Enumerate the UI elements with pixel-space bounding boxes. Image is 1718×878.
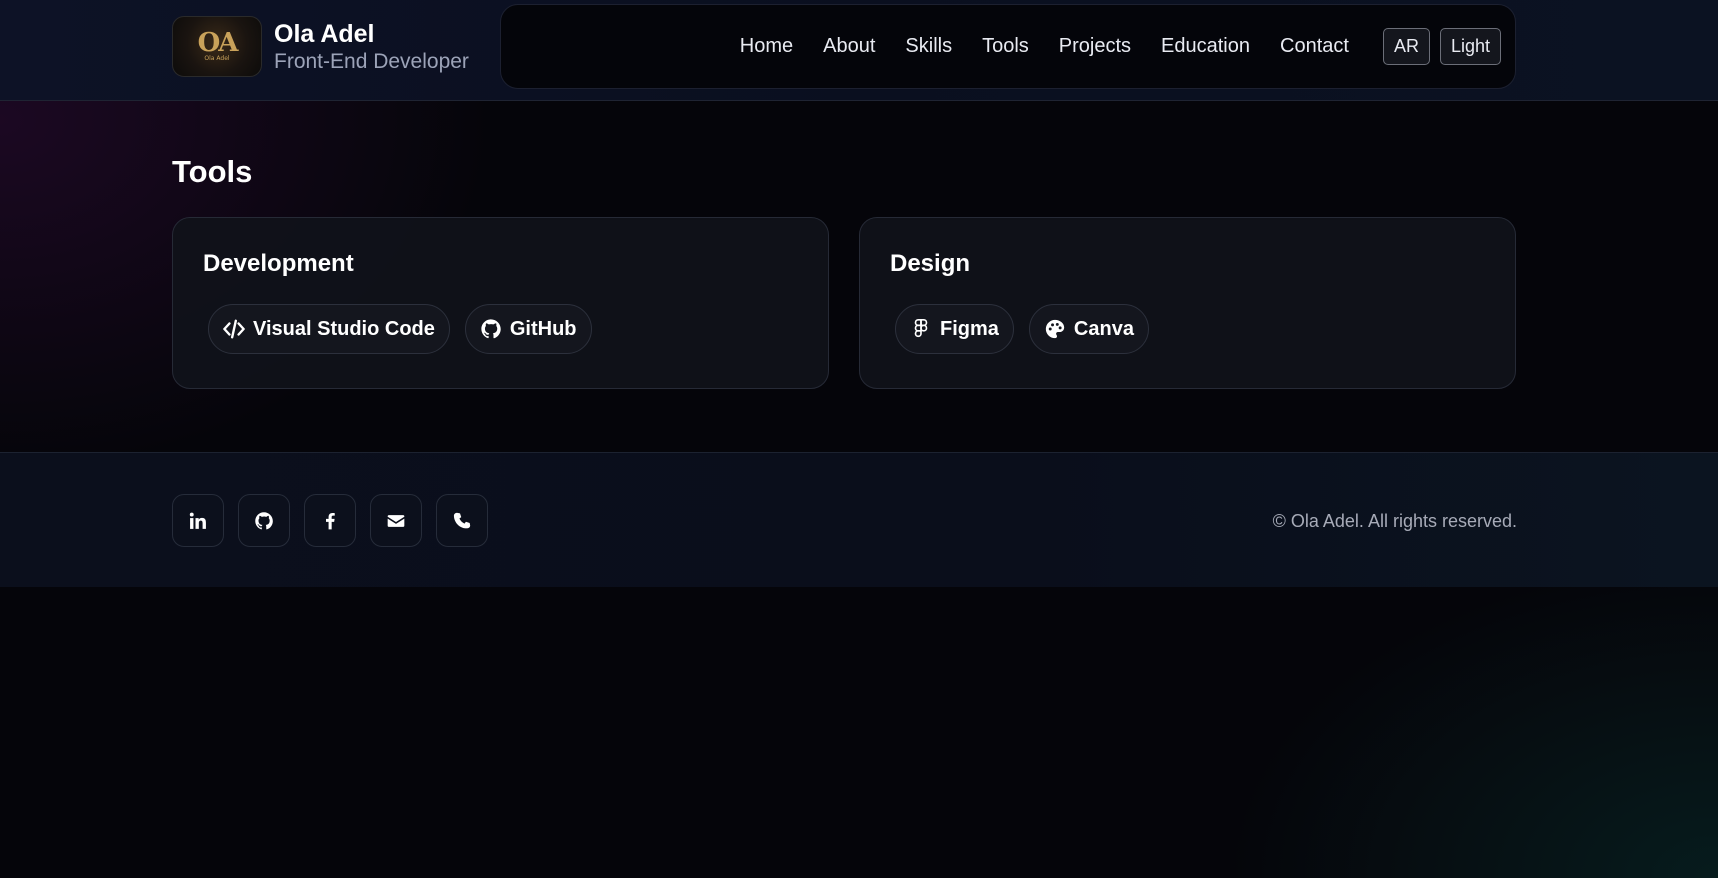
logo-subtext: Ola Adel	[204, 54, 230, 62]
github-icon	[480, 318, 502, 340]
development-card: Development Visual Studio Code GitHub	[172, 217, 829, 389]
palette-icon	[1044, 318, 1066, 340]
nav-home[interactable]: Home	[740, 35, 793, 58]
tool-chip-vscode[interactable]: Visual Studio Code	[208, 304, 450, 354]
design-chips: Figma Canva	[895, 304, 1164, 354]
github-icon	[254, 511, 274, 531]
tool-label: GitHub	[509, 317, 577, 340]
theme-toggle-button[interactable]: Light	[1439, 28, 1501, 65]
tools-title: Tools	[172, 154, 253, 189]
phone-link[interactable]	[436, 494, 488, 547]
brand-role: Front-End Developer	[274, 49, 469, 73]
development-chips: Visual Studio Code GitHub	[208, 304, 607, 354]
nav-about[interactable]: About	[823, 35, 875, 58]
figma-icon	[910, 318, 932, 340]
nav-contact[interactable]: Contact	[1280, 35, 1349, 58]
development-title: Development	[203, 250, 354, 277]
github-link[interactable]	[238, 494, 290, 547]
nav-education[interactable]: Education	[1161, 35, 1250, 58]
envelope-icon	[386, 511, 406, 531]
logo-mark: OA	[197, 27, 239, 58]
tool-chip-figma[interactable]: Figma	[895, 304, 1014, 354]
social-links	[172, 494, 502, 547]
design-card: Design Figma Canva	[859, 217, 1516, 389]
logo[interactable]: OA Ola Adel	[172, 16, 262, 77]
nav-skills[interactable]: Skills	[905, 35, 952, 58]
tool-chip-canva[interactable]: Canva	[1028, 304, 1149, 354]
tool-label: Canva	[1073, 317, 1134, 340]
phone-icon	[452, 511, 472, 531]
nav-projects[interactable]: Projects	[1059, 35, 1131, 58]
tool-label: Visual Studio Code	[253, 317, 435, 340]
code-icon	[223, 318, 245, 340]
brand[interactable]: OA Ola Adel Ola Adel Front-End Developer	[172, 16, 469, 77]
facebook-link[interactable]	[304, 494, 356, 547]
tool-chip-github[interactable]: GitHub	[464, 304, 592, 354]
brand-text: Ola Adel Front-End Developer	[274, 19, 469, 75]
main-nav: Home About Skills Tools Projects Educati…	[500, 4, 1516, 89]
site-header: OA Ola Adel Ola Adel Front-End Developer…	[0, 0, 1718, 101]
design-title: Design	[890, 250, 971, 277]
language-toggle-button[interactable]: AR	[1382, 28, 1430, 65]
tool-label: Figma	[940, 317, 999, 340]
nav-tools[interactable]: Tools	[982, 35, 1029, 58]
brand-name: Ola Adel	[274, 19, 375, 48]
facebook-icon	[320, 511, 340, 531]
site-footer: © Ola Adel. All rights reserved.	[0, 452, 1718, 587]
email-link[interactable]	[370, 494, 422, 547]
copyright-text: © Ola Adel. All rights reserved.	[1272, 511, 1517, 531]
linkedin-icon	[188, 511, 208, 531]
linkedin-link[interactable]	[172, 494, 224, 547]
